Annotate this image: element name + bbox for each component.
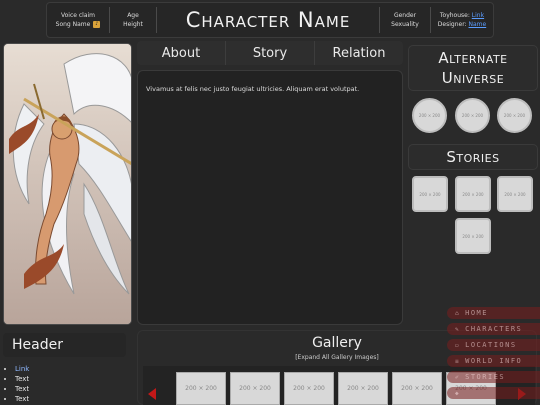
portrait-illustration <box>4 44 131 324</box>
nav-stories[interactable]: ✐ Stories <box>447 371 540 383</box>
nav-locations[interactable]: ▭ Locations <box>447 339 540 351</box>
character-profile-page: Voice claim Song Name ♪ Age Height Charac… <box>0 0 540 405</box>
nav-home[interactable]: ⌂ Home <box>447 307 540 319</box>
character-portrait <box>3 43 132 325</box>
stories-icon: ✐ <box>455 373 461 381</box>
section-tabs: About Story Relation <box>137 41 403 65</box>
song-name-text: Song Name <box>55 21 91 28</box>
list-item: Text <box>15 394 29 404</box>
locations-icon: ▭ <box>455 341 461 349</box>
list-item[interactable]: Link <box>15 364 29 374</box>
toyhouse-line: Toyhouse: Link <box>440 11 484 20</box>
alternate-universe-title: Alternate Universe <box>438 49 508 87</box>
story-thumbnail[interactable]: 200 × 200 <box>412 176 448 212</box>
au-thumbnail[interactable]: 200 × 200 <box>412 98 447 133</box>
toyhouse-link[interactable]: Link <box>472 12 484 19</box>
height-label: Height <box>123 21 143 28</box>
world-info-icon: ≡ <box>455 357 461 365</box>
story-thumbnail[interactable]: 200 × 200 <box>455 176 491 212</box>
au-thumbnail[interactable]: 200 × 200 <box>497 98 532 133</box>
stories-title: Stories <box>446 148 500 166</box>
au-thumbnail[interactable]: 200 × 200 <box>455 98 490 133</box>
age-label: Age <box>127 12 139 19</box>
designer-link[interactable]: Name <box>469 21 487 28</box>
gender-sexuality-block: Gender Sexuality <box>380 7 430 33</box>
nav-characters[interactable]: ✎ Characters <box>447 323 540 335</box>
content-panel[interactable]: Vivamus at felis nec justo feugiat ultri… <box>137 70 403 325</box>
nav-home-label: Home <box>465 309 488 317</box>
gallery-prev-arrow-icon[interactable] <box>148 388 156 400</box>
content-text: Vivamus at felis nec justo feugiat ultri… <box>146 85 360 93</box>
toyhouse-label: Toyhouse: <box>439 12 470 19</box>
floating-nav: ⌂ Home ✎ Characters ▭ Locations ≡ World Info… <box>447 307 540 399</box>
nav-stories-label: Stories <box>465 373 506 381</box>
tab-about[interactable]: About <box>137 41 226 65</box>
nav-extra[interactable]: ◆ <box>447 387 540 399</box>
story-thumbnail[interactable]: 200 × 200 <box>455 218 491 254</box>
designer-line: Designer: Name <box>438 20 486 29</box>
nav-world-info[interactable]: ≡ World Info <box>447 355 540 367</box>
credits-block: Toyhouse: Link Designer: Name <box>431 7 493 33</box>
voice-claim-block: Voice claim Song Name ♪ <box>47 7 109 33</box>
sidebar-link[interactable]: Link <box>15 365 29 373</box>
gallery-thumbnail[interactable]: 200 × 200 <box>176 372 226 405</box>
gallery-thumbnail[interactable]: 200 × 200 <box>284 372 334 405</box>
designer-label: Designer: <box>437 21 467 28</box>
gallery-thumbnail[interactable]: 200 × 200 <box>338 372 388 405</box>
top-info-bar: Voice claim Song Name ♪ Age Height Charac… <box>46 2 494 38</box>
tab-story[interactable]: Story <box>226 41 315 65</box>
character-name-title: Character Name <box>185 8 351 32</box>
nav-characters-label: Characters <box>465 325 523 333</box>
music-note-icon[interactable]: ♪ <box>93 21 101 28</box>
extra-icon: ◆ <box>455 389 461 397</box>
story-thumbnail[interactable]: 200 × 200 <box>497 176 533 212</box>
tab-relation[interactable]: Relation <box>315 41 403 65</box>
home-icon: ⌂ <box>455 309 461 317</box>
gallery-thumbnail[interactable]: 200 × 200 <box>230 372 280 405</box>
gallery-thumbnail[interactable]: 200 × 200 <box>392 372 442 405</box>
voice-claim-label: Voice claim <box>60 12 96 19</box>
list-item: Text <box>15 374 29 384</box>
list-item: Text <box>15 384 29 394</box>
age-height-block: Age Height <box>110 7 156 33</box>
song-name[interactable]: Song Name ♪ <box>56 20 101 29</box>
characters-icon: ✎ <box>455 325 461 333</box>
sidebar-header: Header <box>3 333 126 357</box>
nav-locations-label: Locations <box>465 341 517 349</box>
gender-label: Gender <box>393 12 417 19</box>
sexuality-label: Sexuality <box>391 21 419 28</box>
nav-world-info-label: World Info <box>465 357 523 365</box>
sidebar-list: Link Text Text Text <box>15 364 29 404</box>
